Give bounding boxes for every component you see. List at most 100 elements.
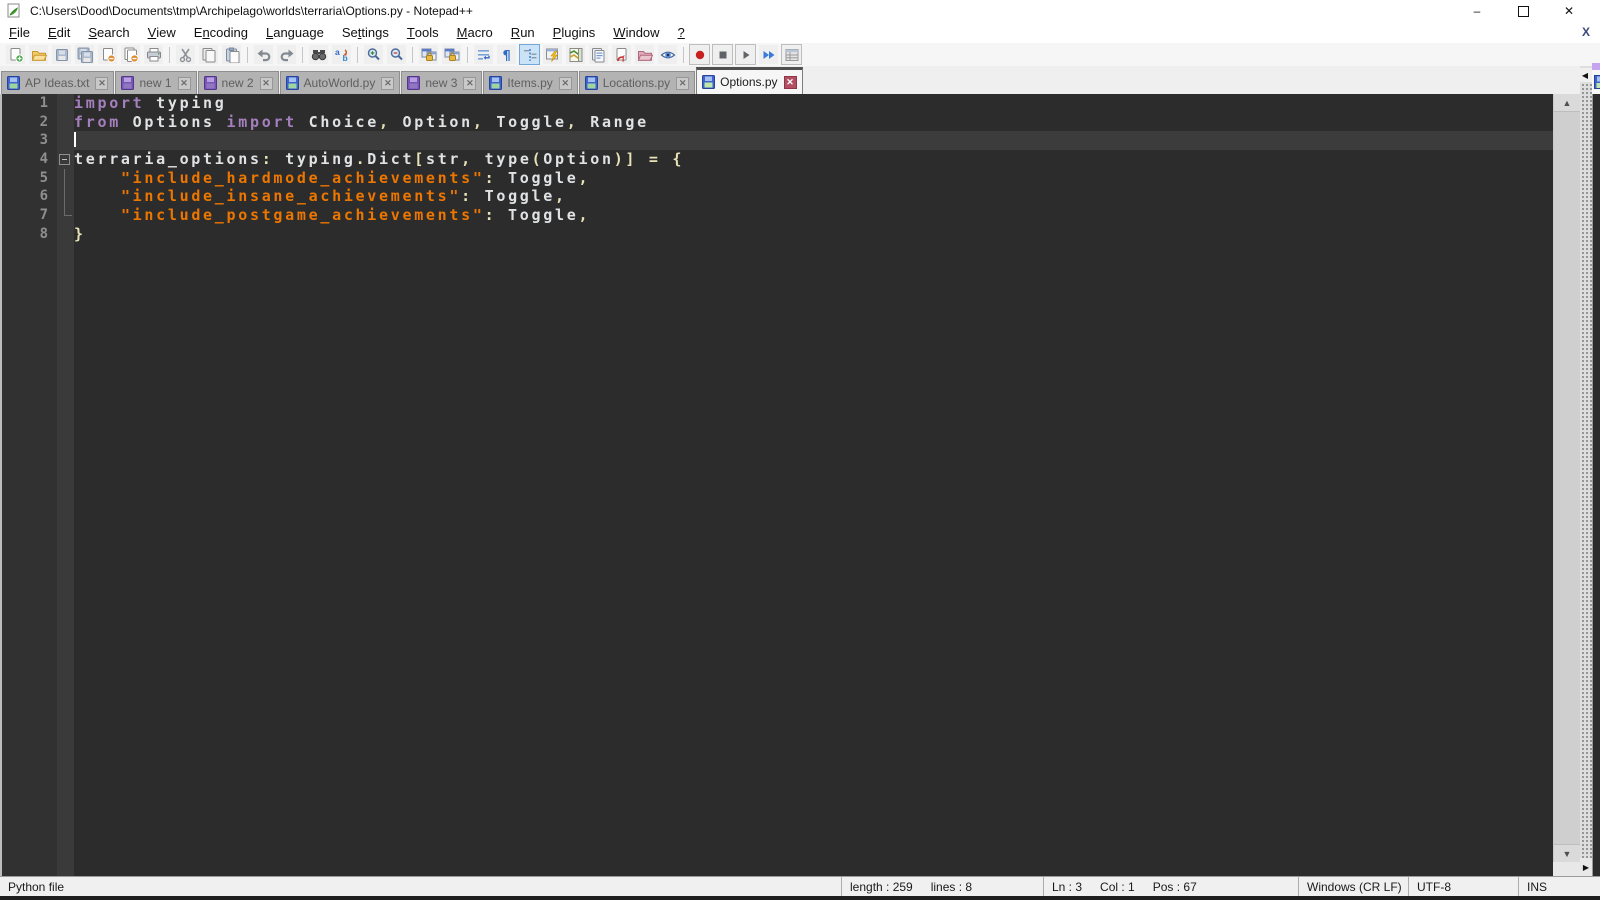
open-file-button[interactable] — [28, 44, 49, 65]
line-number: 1 — [2, 94, 57, 113]
menu-view[interactable]: View — [139, 22, 185, 43]
fold-margin-filler — [57, 243, 74, 876]
undo-button[interactable] — [253, 44, 274, 65]
show-indent-guide-button[interactable] — [519, 44, 540, 65]
title-bar[interactable]: C:\Users\Dood\Documents\tmp\Archipelago\… — [0, 0, 1600, 22]
code-line[interactable]: 8} — [2, 224, 1553, 244]
menu-macro[interactable]: Macro — [448, 22, 502, 43]
vertical-scrollbar[interactable]: ▲ ▼ — [1553, 94, 1580, 862]
copy-button[interactable] — [198, 44, 219, 65]
redo-button[interactable] — [276, 44, 297, 65]
close-button[interactable]: ✕ — [1546, 0, 1592, 22]
menu-run[interactable]: Run — [502, 22, 544, 43]
view-splitter[interactable] — [1580, 66, 1592, 858]
tab-close-icon[interactable]: ✕ — [259, 76, 273, 90]
tab-scroll-right-icon[interactable]: ▶ — [1580, 858, 1592, 876]
menu-edit[interactable]: Edit — [39, 22, 79, 43]
word-wrap-button[interactable] — [473, 44, 494, 65]
saved-file-icon — [702, 75, 716, 89]
tab-locations-py[interactable]: Locations.py ✕ — [578, 71, 696, 94]
macro-play-button[interactable] — [735, 44, 756, 65]
cut-button[interactable] — [175, 44, 196, 65]
code-line[interactable]: 4 terraria_options: typing.Dict[str, type… — [2, 150, 1553, 169]
code-line[interactable]: 1 import typing — [2, 94, 1553, 113]
menu-file[interactable]: File — [0, 22, 39, 43]
sync-vertical-scroll-button[interactable] — [418, 44, 439, 65]
scroll-down-arrow-icon[interactable]: ▼ — [1554, 845, 1580, 862]
line-number: 4 — [2, 150, 57, 169]
macro-run-multiple-button[interactable] — [758, 44, 779, 65]
tab-close-icon[interactable]: ✕ — [381, 76, 395, 90]
document-close-button[interactable]: X — [1578, 24, 1594, 40]
menu-search[interactable]: Search — [79, 22, 138, 43]
tab-close-icon[interactable]: ✕ — [676, 76, 690, 90]
paste-button[interactable] — [221, 44, 242, 65]
sync-horizontal-scroll-button[interactable] — [441, 44, 462, 65]
status-insert-mode[interactable]: INS — [1518, 877, 1600, 896]
code-line[interactable]: 7 "include_postgame_achievements": Toggl… — [2, 206, 1553, 225]
tab-items-py[interactable]: Items.py ✕ — [483, 71, 578, 94]
save-all-icon — [77, 47, 93, 63]
code-line[interactable]: 5 "include_hardmode_achievements": Toggl… — [2, 168, 1553, 188]
code-line[interactable]: 2 from Options import Choice, Option, Tog… — [2, 112, 1553, 132]
code-line[interactable]: 6 "include_insane_achievements": Toggle, — [2, 187, 1553, 207]
editor-empty-area[interactable] — [2, 243, 1553, 876]
tab-new-3[interactable]: new 3 ✕ — [401, 71, 483, 94]
menu-window[interactable]: Window — [604, 22, 668, 43]
line-number: 2 — [2, 112, 57, 132]
saved-file-icon — [285, 76, 299, 90]
define-language-button[interactable] — [542, 44, 563, 65]
status-eol[interactable]: Windows (CR LF) — [1298, 877, 1408, 896]
menu-encoding[interactable]: En coding — [185, 22, 257, 43]
notepadpp-app-icon — [6, 3, 22, 19]
function-list-button[interactable]: f — [611, 44, 632, 65]
tab-scroll-left-icon[interactable]: ◀ — [1578, 68, 1592, 82]
macro-play-icon — [743, 50, 749, 59]
monitoring-button[interactable] — [657, 44, 678, 65]
tab-close-icon[interactable]: ✕ — [177, 76, 191, 90]
tab-ap-ideas-txt[interactable]: AP Ideas.txt ✕ — [1, 71, 115, 94]
macro-record-button[interactable] — [689, 44, 710, 65]
menu-language[interactable]: Language — [257, 22, 333, 43]
saved-file-icon — [7, 76, 20, 90]
toolbar-separator — [467, 46, 468, 63]
tab-close-icon[interactable]: ✕ — [463, 76, 477, 90]
new-file-button[interactable] — [5, 44, 26, 65]
macro-save-button[interactable] — [781, 44, 802, 65]
folder-as-workspace-button[interactable] — [634, 44, 655, 65]
minimize-button[interactable]: – — [1454, 0, 1500, 22]
menu-settings[interactable]: Se t tings — [333, 22, 398, 43]
tab-close-icon[interactable]: ✕ — [558, 76, 572, 90]
menu-tools[interactable]: Tools — [398, 22, 448, 43]
zoom-in-button[interactable] — [363, 44, 384, 65]
tab-close-icon[interactable]: ✕ — [95, 76, 109, 90]
restore-button[interactable] — [1500, 0, 1546, 22]
code-line[interactable]: 3 — [2, 131, 1553, 151]
tab-new-2[interactable]: new 2 ✕ — [197, 71, 279, 94]
save-file-button[interactable] — [51, 44, 72, 65]
close-all-button[interactable] — [120, 44, 141, 65]
menu-[interactable]: ? — [669, 22, 694, 43]
tab-new-1[interactable]: new 1 ✕ — [115, 71, 197, 94]
print-button[interactable] — [143, 44, 164, 65]
document-map-button[interactable] — [565, 44, 586, 65]
show-all-characters-button[interactable]: ¶ — [496, 44, 517, 65]
copy-icon — [202, 47, 215, 62]
scrollbar-thumb[interactable] — [1554, 111, 1580, 845]
fold-collapse-icon[interactable] — [57, 150, 74, 169]
close-file-button[interactable] — [97, 44, 118, 65]
tab-autoworld-py[interactable]: AutoWorld.py ✕ — [279, 71, 401, 94]
tab-options-py[interactable]: Options.py ✕ — [696, 67, 803, 94]
macro-stop-button[interactable] — [712, 44, 733, 65]
menu-plugins[interactable]: Plugins — [544, 22, 605, 43]
code-editor[interactable]: 1 import typing 2 from Options import Choic… — [0, 94, 1553, 876]
document-list-button[interactable] — [588, 44, 609, 65]
status-encoding[interactable]: UTF-8 — [1408, 877, 1518, 896]
save-all-button[interactable] — [74, 44, 95, 65]
new-file-icon — [10, 47, 24, 63]
replace-button[interactable]: ab — [331, 44, 352, 65]
find-button[interactable] — [308, 44, 329, 65]
scroll-up-arrow-icon[interactable]: ▲ — [1554, 94, 1580, 111]
tab-close-icon[interactable]: ✕ — [783, 75, 797, 89]
zoom-out-button[interactable] — [386, 44, 407, 65]
